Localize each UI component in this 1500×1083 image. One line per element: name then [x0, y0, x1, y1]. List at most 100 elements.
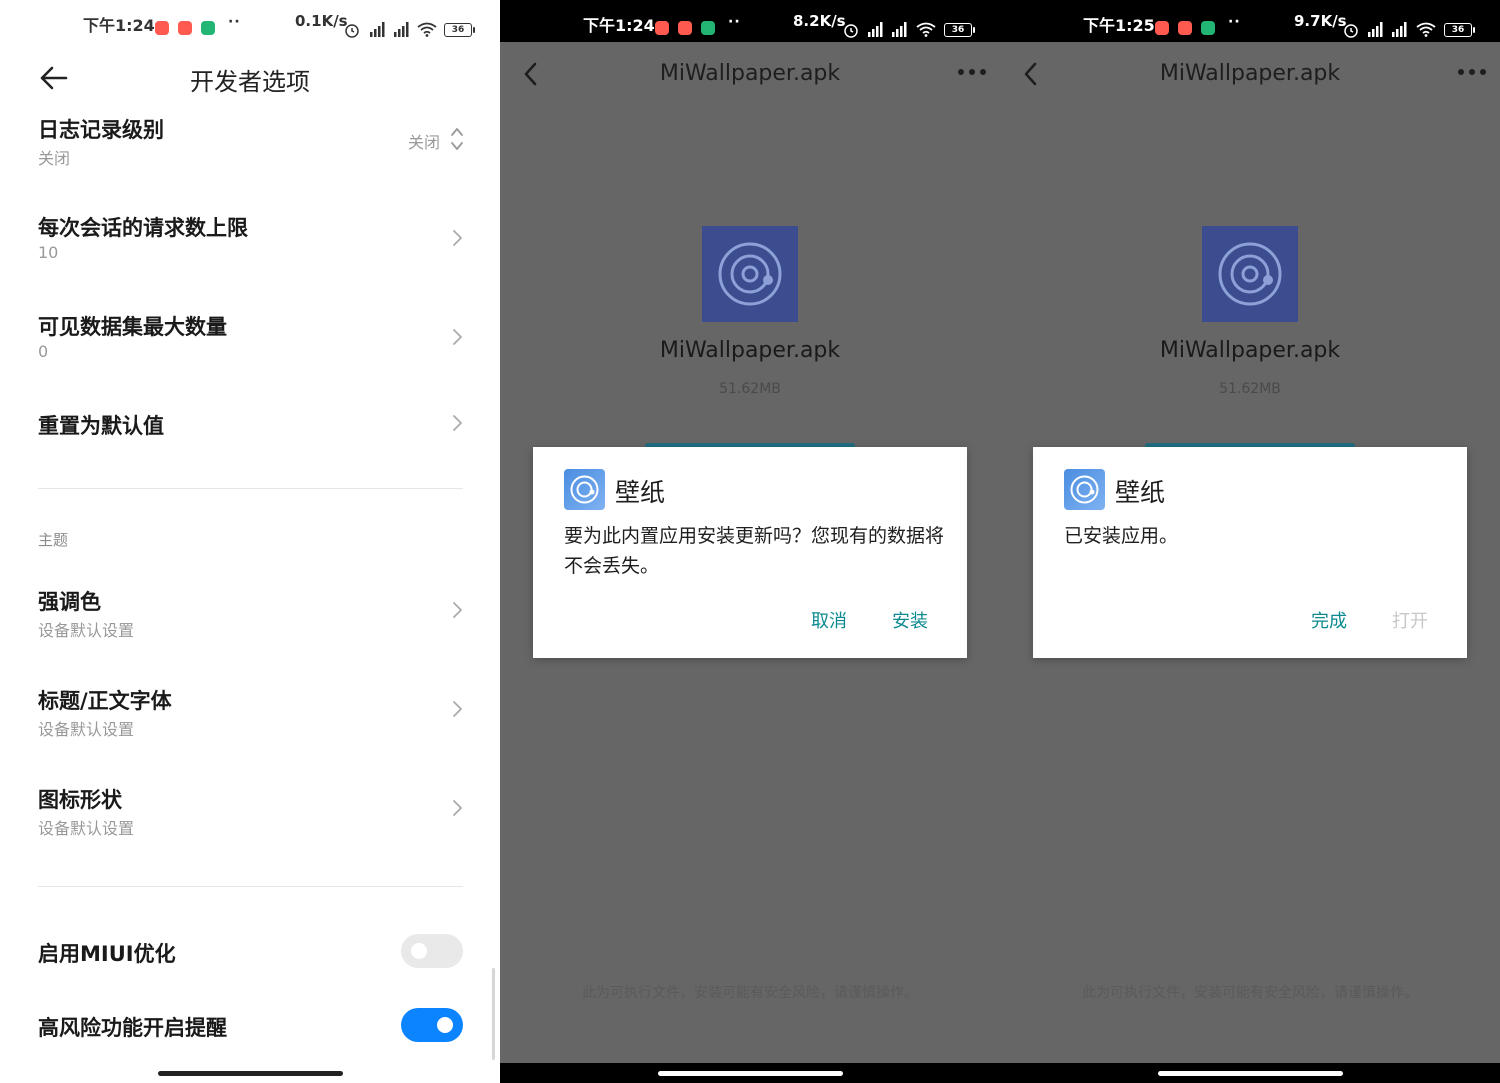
wifi-icon	[417, 22, 437, 37]
security-warning: 此为可执行文件，安装可能有安全风险，请谨慎操作。	[1082, 985, 1418, 1001]
wallpaper-app-icon	[1064, 469, 1105, 510]
install-button[interactable]: 安装	[892, 607, 928, 633]
status-bar: 下午1:24 ·· 8.2K/s 36	[500, 0, 1000, 42]
wallpaper-app-icon	[1202, 226, 1298, 322]
dialog-message: 要为此内置应用安装更新吗？您现有的数据将不会丢失。	[564, 525, 945, 577]
page-title: MiWallpaper.apk	[1159, 61, 1341, 86]
network-speed: 9.7K/s	[1294, 12, 1347, 30]
signal-icon	[1392, 22, 1407, 37]
status-bar: 下午1:25 ·· 9.7K/s 36	[1000, 0, 1500, 42]
wallpaper-app-icon	[702, 226, 798, 322]
more-dots-icon[interactable]	[1456, 62, 1488, 82]
open-button[interactable]: 打开	[1392, 607, 1428, 633]
toggle-knob	[437, 1017, 453, 1033]
setting-row-miui-optimization: 启用MIUI优化	[0, 934, 500, 974]
miui-optimization-toggle[interactable]	[401, 934, 463, 968]
setting-row-visible-dataset-max[interactable]: 可见数据集最大数量 0	[0, 307, 500, 377]
divider	[38, 886, 463, 887]
more-notifications-icon: ··	[228, 14, 241, 30]
wallpaper-app-icon	[564, 469, 605, 510]
done-button[interactable]: 完成	[1311, 607, 1347, 633]
dialog-message: 已安装应用。	[1064, 525, 1179, 547]
more-notifications-icon: ··	[728, 14, 741, 30]
section-label-theme: 主题	[38, 531, 69, 549]
notification-icon	[701, 21, 715, 35]
notification-icon	[1178, 21, 1192, 35]
notification-icon	[655, 21, 669, 35]
row-subtitle: 设备默认设置	[38, 720, 135, 739]
chevron-right-icon	[453, 230, 462, 246]
setting-row-icon-shape[interactable]: 图标形状 设备默认设置	[0, 780, 500, 850]
notification-icon	[201, 21, 215, 35]
row-title: 日志记录级别	[38, 118, 164, 142]
row-title: 重置为默认值	[38, 414, 164, 438]
installer-confirm-screen: 下午1:24 ·· 8.2K/s 36 MiWallpaper.apk MiWa…	[500, 0, 1000, 1083]
status-bar: 下午1:24 ·· 0.1K/s 36	[0, 0, 500, 42]
more-notifications-icon: ··	[1228, 14, 1241, 30]
notification-icon	[1201, 21, 1215, 35]
chevron-right-icon	[453, 602, 462, 618]
toggle-knob	[411, 943, 427, 959]
install-complete-dialog: 壁纸 已安装应用。 完成 打开	[1033, 447, 1467, 658]
row-subtitle: 0	[38, 342, 49, 361]
home-indicator[interactable]	[658, 1071, 843, 1076]
row-subtitle: 关闭	[38, 149, 71, 168]
signal-icon	[892, 22, 907, 37]
chevron-right-icon	[453, 701, 462, 717]
high-risk-reminder-toggle[interactable]	[401, 1008, 463, 1042]
setting-row-high-risk-reminder: 高风险功能开启提醒	[0, 1008, 500, 1048]
more-dots-icon[interactable]	[956, 62, 988, 82]
row-title: 启用MIUI优化	[38, 942, 176, 966]
alarm-icon	[844, 24, 858, 38]
setting-row-accent-color[interactable]: 强调色 设备默认设置	[0, 582, 500, 652]
row-subtitle: 设备默认设置	[38, 819, 135, 838]
battery-icon: 36	[944, 23, 975, 37]
signal-icon	[370, 22, 385, 37]
row-title: 每次会话的请求数上限	[38, 216, 248, 240]
home-indicator[interactable]	[158, 1071, 343, 1076]
notification-icon	[1155, 21, 1169, 35]
battery-icon: 36	[1444, 23, 1475, 37]
file-name: MiWallpaper.apk	[1159, 338, 1341, 363]
page-title: MiWallpaper.apk	[659, 61, 841, 86]
cancel-button[interactable]: 取消	[811, 607, 847, 633]
notification-icon	[678, 21, 692, 35]
install-update-dialog: 壁纸 要为此内置应用安装更新吗？您现有的数据将不会丢失。 取消 安装	[533, 447, 967, 658]
row-title: 高风险功能开启提醒	[38, 1016, 227, 1040]
home-indicator[interactable]	[1158, 1071, 1343, 1076]
setting-row-reset-default[interactable]: 重置为默认值	[0, 406, 500, 446]
status-time: 下午1:24	[583, 16, 655, 35]
file-size: 51.62MB	[719, 381, 781, 397]
row-title: 标题/正文字体	[38, 689, 172, 713]
notification-icon	[178, 21, 192, 35]
chevron-right-icon	[453, 800, 462, 816]
row-title: 图标形状	[38, 788, 122, 812]
setting-row-requests-limit[interactable]: 每次会话的请求数上限 10	[0, 208, 500, 278]
row-subtitle: 10	[38, 243, 59, 262]
file-name: MiWallpaper.apk	[659, 338, 841, 363]
dialog-title: 壁纸	[615, 478, 666, 507]
security-warning: 此为可执行文件，安装可能有安全风险，请谨慎操作。	[582, 985, 918, 1001]
signal-icon	[394, 22, 409, 37]
row-title: 强调色	[38, 590, 101, 614]
scrollbar[interactable]	[492, 968, 495, 1060]
signal-icon	[1368, 22, 1383, 37]
network-speed: 8.2K/s	[793, 12, 846, 30]
row-subtitle: 设备默认设置	[38, 621, 135, 640]
signal-icon	[868, 22, 883, 37]
wifi-icon	[916, 22, 936, 37]
file-size: 51.62MB	[1219, 381, 1281, 397]
developer-options-screen: 下午1:24 ·· 0.1K/s 36 开发者选项 日志记录级别 关闭 关闭 每…	[0, 0, 500, 1083]
battery-icon: 36	[444, 23, 475, 37]
updown-icon	[451, 128, 463, 150]
setting-row-log-level[interactable]: 日志记录级别 关闭 关闭	[0, 110, 500, 180]
status-time: 下午1:24	[83, 16, 155, 35]
row-title: 可见数据集最大数量	[38, 315, 227, 339]
setting-row-font[interactable]: 标题/正文字体 设备默认设置	[0, 681, 500, 751]
alarm-icon	[345, 24, 359, 38]
notification-icon	[155, 21, 169, 35]
divider	[38, 488, 463, 489]
network-speed: 0.1K/s	[295, 12, 348, 30]
page-title: 开发者选项	[190, 68, 310, 96]
installer-done-screen: 下午1:25 ·· 9.7K/s 36 MiWallpaper.apk MiWa…	[1000, 0, 1500, 1083]
